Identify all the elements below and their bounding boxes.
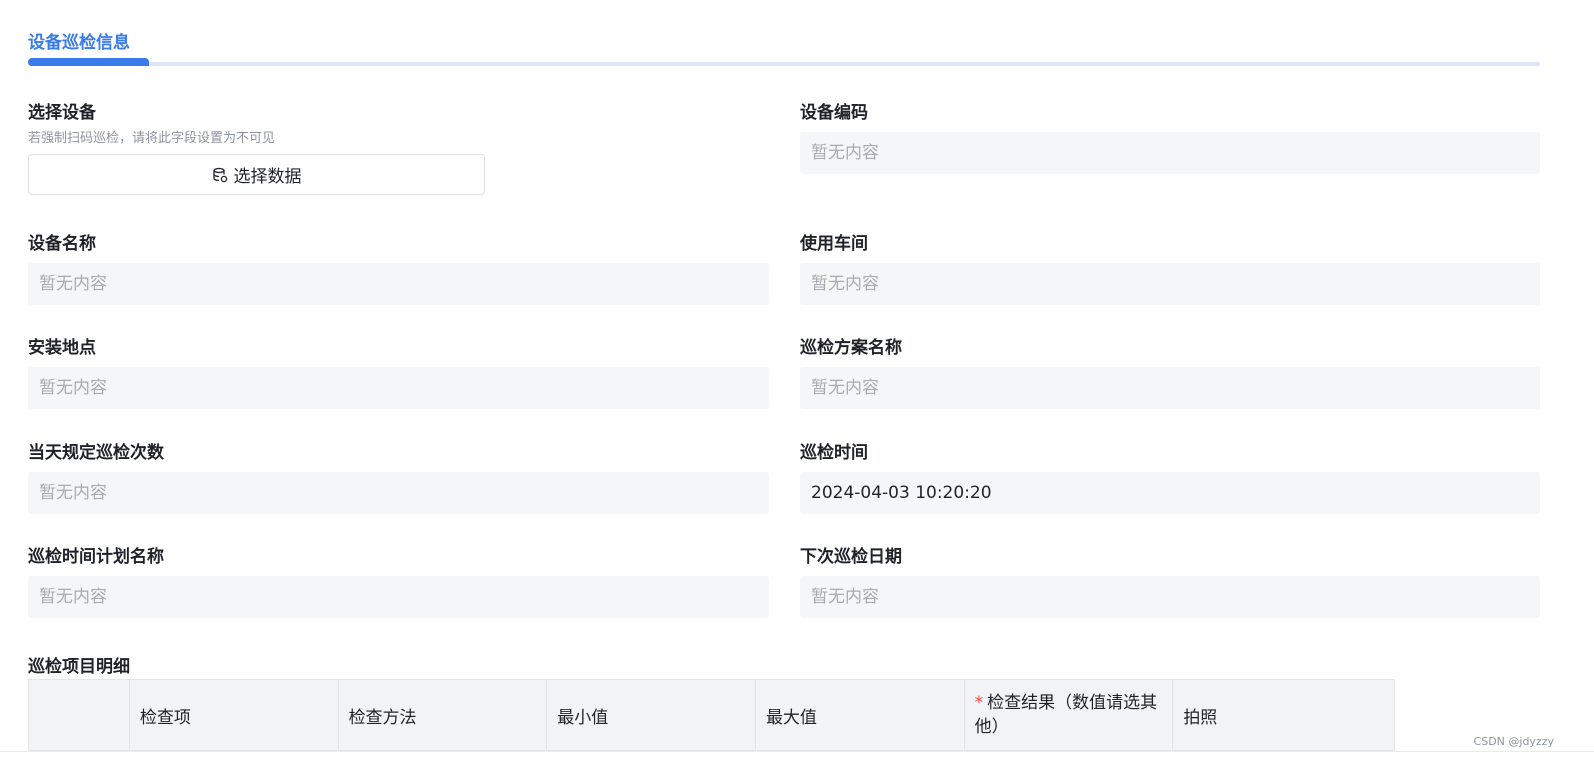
field-label: 下次巡检日期 — [800, 547, 902, 567]
field-plan-name: 巡检方案名称 暂无内容 — [800, 337, 1540, 409]
field-label: 设备名称 — [28, 234, 96, 254]
tab-track — [28, 62, 1540, 66]
field-label: 当天规定巡检次数 — [28, 443, 164, 463]
schedule-name-value[interactable]: 暂无内容 — [28, 576, 769, 618]
field-schedule-name: 巡检时间计划名称 暂无内容 — [28, 546, 769, 618]
install-location-value[interactable]: 暂无内容 — [28, 367, 769, 409]
field-inspect-time: 巡检时间 2024-04-03 10:20:20 — [800, 442, 1540, 514]
check-result-label: 检查结果（数值请选其他） — [974, 693, 1158, 737]
inspection-items-table: 检查项 检查方法 最小值 最大值 * 检查结果（数值请选其他） 拍照 — [28, 679, 1395, 751]
table-header-check-method[interactable]: 检查方法 — [339, 680, 548, 750]
field-workshop: 使用车间 暂无内容 — [800, 233, 1540, 305]
table-header-check-item[interactable]: 检查项 — [130, 680, 339, 750]
field-label: 巡检时间计划名称 — [28, 547, 164, 567]
field-label: 巡检时间 — [800, 443, 868, 463]
table-title: 巡检项目明细 — [28, 657, 130, 677]
field-label: 设备编码 — [800, 103, 868, 123]
table-header-index — [29, 680, 130, 750]
tab-active-indicator — [28, 58, 149, 66]
database-icon — [212, 167, 227, 182]
workshop-value[interactable]: 暂无内容 — [800, 263, 1540, 305]
device-name-value[interactable]: 暂无内容 — [28, 263, 769, 305]
field-label: 使用车间 — [800, 234, 868, 254]
table-header-max-value[interactable]: 最大值 — [756, 680, 965, 750]
field-select-device: 选择设备 若强制扫码巡检，请将此字段设置为不可见 选择数据 — [28, 102, 485, 195]
field-device-code: 设备编码 暂无内容 — [800, 102, 1540, 174]
bottom-divider — [0, 751, 1594, 752]
table-header-photo[interactable]: 拍照 — [1173, 680, 1394, 750]
field-label: 安装地点 — [28, 338, 96, 358]
field-description: 若强制扫码巡检，请将此字段设置为不可见 — [28, 131, 276, 146]
field-install-location: 安装地点 暂无内容 — [28, 337, 769, 409]
plan-name-value[interactable]: 暂无内容 — [800, 367, 1540, 409]
field-next-date: 下次巡检日期 暂无内容 — [800, 546, 1540, 618]
table-header-min-value[interactable]: 最小值 — [547, 680, 756, 750]
watermark: CSDN @jdyzzy — [1473, 735, 1554, 748]
section-tab-title[interactable]: 设备巡检信息 — [28, 28, 130, 53]
field-device-name: 设备名称 暂无内容 — [28, 233, 769, 305]
field-daily-count: 当天规定巡检次数 暂无内容 — [28, 442, 769, 514]
select-data-label: 选择数据 — [233, 167, 302, 187]
table-header-check-result[interactable]: * 检查结果（数值请选其他） — [965, 680, 1174, 750]
next-date-value[interactable]: 暂无内容 — [800, 576, 1540, 618]
field-label: 巡检方案名称 — [800, 338, 902, 358]
required-mark: * — [974, 693, 984, 713]
field-label: 选择设备 — [28, 103, 96, 123]
daily-count-value[interactable]: 暂无内容 — [28, 472, 769, 514]
inspect-time-value[interactable]: 2024-04-03 10:20:20 — [800, 472, 1540, 514]
select-data-button[interactable]: 选择数据 — [28, 154, 485, 195]
device-code-value[interactable]: 暂无内容 — [800, 132, 1540, 174]
